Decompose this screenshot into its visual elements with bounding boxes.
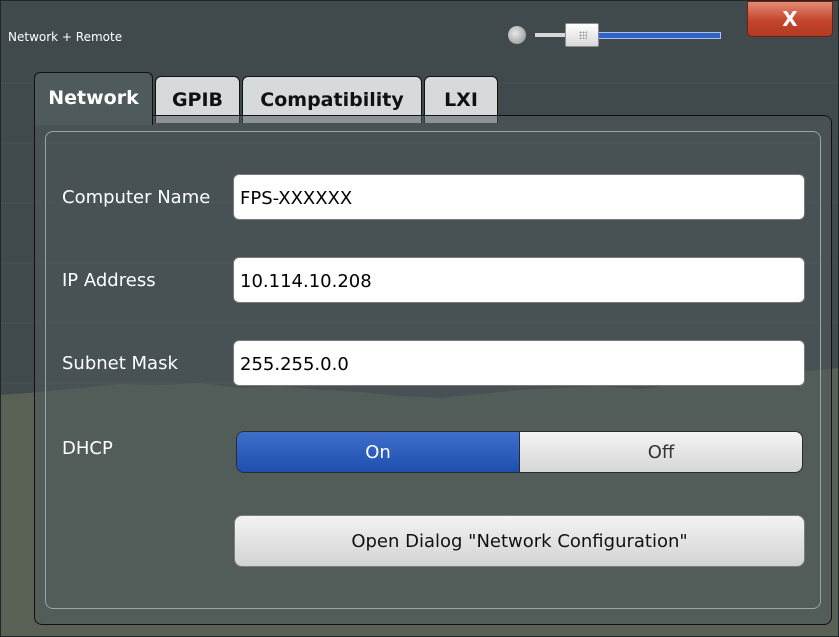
dialog-title: Network + Remote [8,30,123,44]
tab-compatibility-label: Compatibility [260,89,404,111]
dhcp-toggle: On Off [236,431,803,473]
dhcp-off-button[interactable]: Off [520,432,802,472]
open-network-configuration-button[interactable]: Open Dialog "Network Configuration" [234,515,805,567]
tab-gpib-label: GPIB [171,89,224,111]
slider-track-right [597,32,721,39]
close-icon: X [782,7,798,31]
computer-name-field[interactable]: FPS-XXXXXX [233,174,805,220]
slider-thumb[interactable] [565,23,599,47]
tab-lxi-label: LXI [444,89,478,111]
slider-track-left [535,33,565,37]
transparency-slider[interactable] [535,23,721,47]
network-remote-dialog: Network + Remote X Network GPIB Compatib… [0,0,839,637]
dhcp-label: DHCP [62,438,113,459]
subnet-mask-field[interactable]: 255.255.0.0 [233,340,805,386]
ip-address-label: IP Address [62,270,156,291]
tab-network-label: Network [48,86,139,109]
dialog-titlebar[interactable]: Network + Remote X [1,1,839,67]
transparency-icon [508,26,526,44]
dhcp-on-button[interactable]: On [237,432,520,472]
subnet-mask-label: Subnet Mask [62,353,178,374]
computer-name-label: Computer Name [62,187,211,208]
ip-address-field[interactable]: 10.114.10.208 [233,257,805,303]
tab-network[interactable]: Network [34,72,153,125]
close-button[interactable]: X [747,1,833,37]
